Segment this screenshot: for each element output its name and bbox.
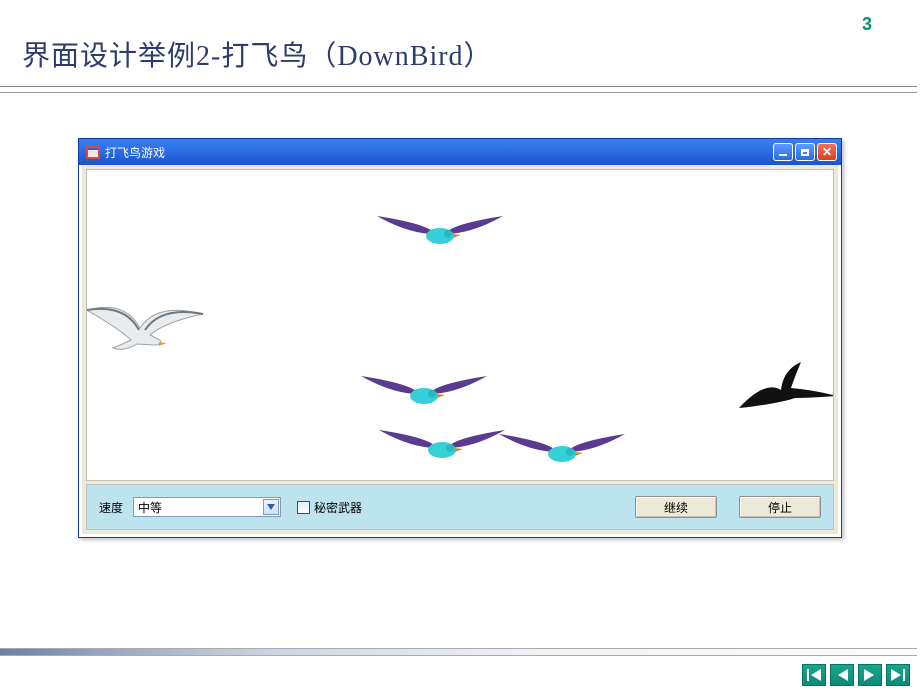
- secret-weapon-label: 秘密武器: [314, 499, 362, 516]
- divider: [0, 86, 917, 96]
- control-panel: 速度 中等 秘密武器 继续 停止: [86, 484, 834, 530]
- close-button[interactable]: ✕: [817, 143, 837, 161]
- game-canvas[interactable]: [86, 169, 834, 481]
- next-icon: [864, 669, 876, 681]
- stop-button[interactable]: 停止: [739, 496, 821, 518]
- bird-sprite: [377, 424, 507, 475]
- bird-sprite: [497, 428, 627, 479]
- client-area: 速度 中等 秘密武器 继续 停止: [82, 165, 838, 534]
- divider: [0, 648, 917, 656]
- titlebar-controls: ✕: [773, 143, 837, 161]
- speed-label: 速度: [99, 499, 123, 516]
- maximize-button[interactable]: [795, 143, 815, 161]
- secret-weapon-field: 秘密武器: [297, 499, 362, 516]
- form-icon: [85, 144, 101, 160]
- nav-first-button[interactable]: [802, 664, 826, 686]
- secret-weapon-checkbox[interactable]: [297, 501, 310, 514]
- window-title: 打飞鸟游戏: [105, 144, 773, 161]
- minimize-icon: [779, 154, 787, 156]
- bird-sprite: [375, 210, 505, 261]
- continue-button[interactable]: 继续: [635, 496, 717, 518]
- first-icon: [807, 669, 821, 681]
- minimize-button[interactable]: [773, 143, 793, 161]
- slide-number: 3: [862, 14, 872, 35]
- prev-icon: [836, 669, 848, 681]
- nav-last-button[interactable]: [886, 664, 910, 686]
- titlebar[interactable]: 打飞鸟游戏 ✕: [79, 139, 841, 165]
- last-icon: [891, 669, 905, 681]
- bird-sprite: [86, 300, 205, 375]
- speed-value: 中等: [138, 499, 162, 516]
- close-icon: ✕: [822, 146, 832, 158]
- chevron-down-icon: [263, 499, 279, 515]
- maximize-icon: [801, 149, 809, 156]
- app-window: 打飞鸟游戏 ✕: [78, 138, 842, 538]
- bird-sprite: [359, 370, 489, 421]
- speed-select[interactable]: 中等: [133, 497, 281, 517]
- nav-next-button[interactable]: [858, 664, 882, 686]
- slide-title: 界面设计举例2-打飞鸟（DownBird）: [22, 34, 493, 74]
- nav-prev-button[interactable]: [830, 664, 854, 686]
- bird-sprite: [729, 360, 834, 425]
